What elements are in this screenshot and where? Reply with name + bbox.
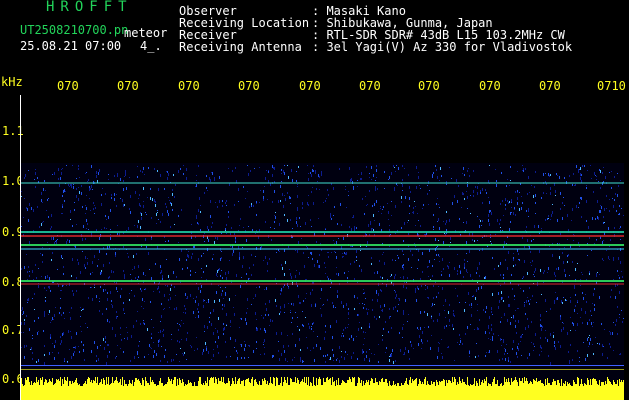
x-tick-2: 070 xyxy=(117,79,139,93)
app-logo: HROFFT xyxy=(46,0,133,15)
x-tick-10: 0710 xyxy=(597,79,626,93)
y-axis-unit: kHz xyxy=(1,75,23,89)
spectrogram xyxy=(20,95,624,400)
spectrogram-panel xyxy=(20,95,624,400)
x-tick-7: 070 xyxy=(418,79,440,93)
x-tick-1: 070 xyxy=(57,79,79,93)
x-tick-3: 070 xyxy=(178,79,200,93)
datetime-label: 25.08.21 07:00 xyxy=(20,39,122,53)
x-tick-5: 070 xyxy=(299,79,321,93)
meteor-tag: meteor xyxy=(124,26,168,40)
antenna-label: Receiving Antenna xyxy=(179,40,302,54)
filename-label: UT2508210700.pn xyxy=(20,23,129,37)
antenna-value: : 3el Yagi(V) Az 330 for Vladivostok xyxy=(312,40,573,54)
x-tick-4: 070 xyxy=(238,79,260,93)
x-tick-9: 070 xyxy=(539,79,561,93)
x-tick-8: 070 xyxy=(479,79,501,93)
x-tick-6: 070 xyxy=(359,79,381,93)
fragment-label: 4_. xyxy=(140,39,162,53)
